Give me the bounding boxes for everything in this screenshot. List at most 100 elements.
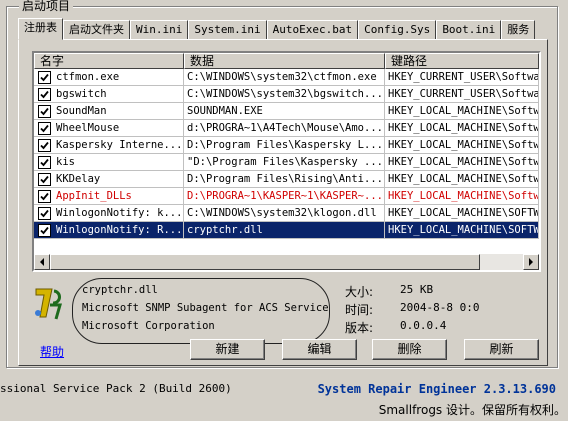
tab-strip: 注册表 启动文件夹 Win.ini System.ini AutoExec.ba… — [18, 18, 536, 40]
tab-system-ini[interactable]: System.ini — [188, 20, 267, 40]
check-icon — [40, 107, 49, 115]
scroll-right-button[interactable] — [523, 254, 539, 270]
os-version-text: ssional Service Pack 2 (Build 2600) — [0, 382, 232, 395]
time-value: 2004-8-8 0:0 — [400, 301, 480, 314]
horizontal-scrollbar[interactable] — [34, 254, 539, 270]
cell-name: WheelMouse — [34, 120, 184, 136]
check-icon — [40, 90, 49, 98]
cell-data: d:\PROGRA~1\A4Tech\Mouse\Amo... — [184, 120, 385, 136]
list-item[interactable]: ctfmon.exe C:\WINDOWS\system32\ctfmon.exe… — [34, 69, 539, 86]
cell-name: AppInit_DLLs — [34, 188, 184, 204]
cell-data: D:\Program Files\Kaspersky L... — [184, 137, 385, 153]
scroll-left-button[interactable] — [34, 254, 50, 270]
cell-key-path: HKEY_LOCAL_MACHINE\Softwa — [385, 103, 539, 119]
detail-description: Microsoft SNMP Subagent for ACS Service — [82, 302, 329, 314]
item-name: ctfmon.exe — [56, 71, 120, 83]
cell-data: C:\WINDOWS\system32\klogon.dll — [184, 205, 385, 221]
cell-data: "D:\Program Files\Kaspersky ... — [184, 154, 385, 170]
cell-name: WinlogonNotify: k... — [34, 205, 184, 221]
cell-key-path: HKEY_LOCAL_MACHINE\Softwa — [385, 137, 539, 153]
checkbox[interactable] — [38, 121, 51, 135]
edit-button[interactable]: 编辑 — [282, 339, 357, 360]
cell-key-path: HKEY_LOCAL_MACHINE\Softwa — [385, 171, 539, 187]
cell-name: kis — [34, 154, 184, 170]
size-label: 大小: — [345, 285, 374, 299]
list-item[interactable]: bgswitch C:\WINDOWS\system32\bgswitch... H… — [34, 86, 539, 103]
cell-name: KKDelay — [34, 171, 184, 187]
item-name: Kaspersky Interne... — [56, 139, 183, 151]
size-value: 25 KB — [400, 283, 434, 296]
arrow-left-icon — [40, 258, 44, 266]
tab-boot-ini[interactable]: Boot.ini — [436, 20, 502, 40]
cell-data: C:\WINDOWS\system32\bgswitch... — [184, 86, 385, 102]
refresh-button[interactable]: 刷新 — [464, 339, 539, 360]
list-item[interactable]: SoundMan SOUNDMAN.EXE HKEY_LOCAL_MACHINE\S… — [34, 103, 539, 120]
item-name: WinlogonNotify: k... — [56, 207, 183, 219]
version-value: 0.0.0.4 — [400, 319, 447, 332]
cell-key-path: HKEY_LOCAL_MACHINE\Softwa — [385, 120, 539, 136]
cell-name: SoundMan — [34, 103, 184, 119]
group-title: 启动项目 — [19, 0, 74, 13]
check-icon — [40, 141, 49, 149]
tab-win-ini[interactable]: Win.ini — [130, 20, 189, 40]
time-label: 时间: — [345, 303, 374, 317]
cell-key-path: HKEY_LOCAL_MACHINE\Softwa — [385, 188, 539, 204]
detail-company: Microsoft Corporation — [82, 320, 215, 332]
help-link[interactable]: 帮助 — [40, 343, 64, 360]
detail-file: cryptchr.dll — [82, 284, 158, 296]
startup-list[interactable]: 名字 数据 键路径 ctfmon.exe C:\WINDOWS\system32\… — [32, 51, 541, 272]
list-item[interactable]: kis "D:\Program Files\Kaspersky ... HKEY_L… — [34, 154, 539, 171]
cell-key-path: HKEY_LOCAL_MACHINE\SOFTWA — [385, 222, 539, 238]
checkbox[interactable] — [38, 155, 51, 169]
checkbox[interactable] — [38, 189, 51, 203]
scroll-thumb[interactable] — [50, 254, 480, 270]
column-name[interactable]: 名字 — [34, 53, 184, 69]
list-body: ctfmon.exe C:\WINDOWS\system32\ctfmon.exe… — [34, 69, 539, 239]
cell-data: cryptchr.dll — [184, 222, 385, 238]
list-item[interactable]: KKDelay D:\Program Files\Rising\Anti... HK… — [34, 171, 539, 188]
tab-registry[interactable]: 注册表 — [18, 18, 63, 40]
cell-data: D:\PROGRA~1\KASPER~1\KASPER~... — [184, 188, 385, 204]
check-icon — [40, 226, 49, 234]
cell-data: C:\WINDOWS\system32\ctfmon.exe — [184, 69, 385, 85]
check-icon — [40, 158, 49, 166]
list-item[interactable]: WinlogonNotify: R... cryptchr.dll HKEY_LOC… — [34, 222, 539, 239]
tab-autoexec-bat[interactable]: AutoExec.bat — [266, 20, 359, 40]
cell-name: Kaspersky Interne... — [34, 137, 184, 153]
item-name: kis — [56, 156, 75, 168]
item-name: KKDelay — [56, 173, 101, 185]
checkbox[interactable] — [38, 70, 51, 84]
tab-services[interactable]: 服务 — [501, 20, 536, 40]
list-item[interactable]: Kaspersky Interne... D:\Program Files\Kas… — [34, 137, 539, 154]
check-icon — [40, 209, 49, 217]
column-key-path[interactable]: 键路径 — [385, 53, 539, 69]
cell-key-path: HKEY_CURRENT_USER\Softwar — [385, 86, 539, 102]
cell-name: ctfmon.exe — [34, 69, 184, 85]
checkbox[interactable] — [38, 104, 51, 118]
item-name: WinlogonNotify: R... — [56, 224, 183, 236]
checkbox[interactable] — [38, 172, 51, 186]
check-icon — [40, 192, 49, 200]
cell-key-path: HKEY_CURRENT_USER\Softwar — [385, 69, 539, 85]
new-button[interactable]: 新建 — [190, 339, 265, 360]
checkbox[interactable] — [38, 87, 51, 101]
list-item[interactable]: WheelMouse d:\PROGRA~1\A4Tech\Mouse\Amo..… — [34, 120, 539, 137]
tab-config-sys[interactable]: Config.Sys — [358, 20, 437, 40]
tab-startup-folder[interactable]: 启动文件夹 — [63, 20, 130, 40]
arrow-right-icon — [529, 258, 533, 266]
checkbox[interactable] — [38, 206, 51, 220]
list-item[interactable]: AppInit_DLLs D:\PROGRA~1\KASPER~1\KASPER~… — [34, 188, 539, 205]
checkbox[interactable] — [38, 138, 51, 152]
item-name: bgswitch — [56, 88, 107, 100]
list-header: 名字 数据 键路径 — [34, 53, 539, 69]
cell-name: WinlogonNotify: R... — [34, 222, 184, 238]
checkbox[interactable] — [38, 223, 51, 237]
credit-text: Smallfrogs 设计。保留所有权利。 — [378, 403, 566, 417]
delete-button[interactable]: 删除 — [372, 339, 447, 360]
item-name: SoundMan — [56, 105, 107, 117]
list-item[interactable]: WinlogonNotify: k... C:\WINDOWS\system32\… — [34, 205, 539, 222]
column-data[interactable]: 数据 — [184, 53, 385, 69]
cell-data: SOUNDMAN.EXE — [184, 103, 385, 119]
item-name: WheelMouse — [56, 122, 120, 134]
cell-data: D:\Program Files\Rising\Anti... — [184, 171, 385, 187]
